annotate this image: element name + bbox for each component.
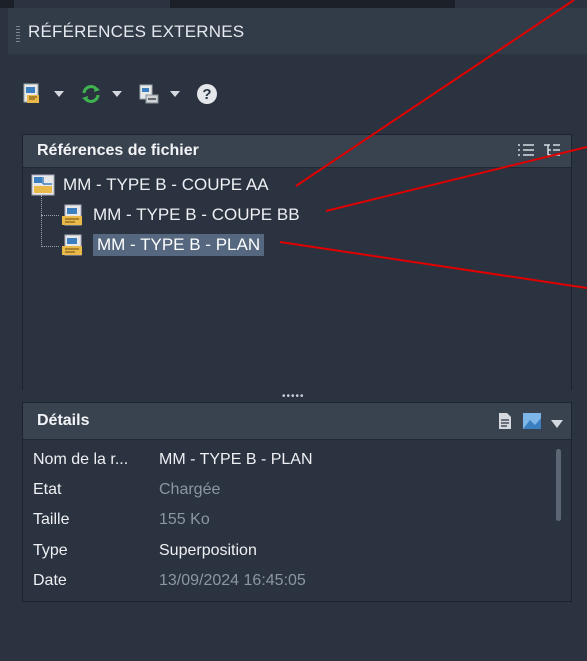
annotation-line: [295, 0, 575, 187]
annotation-lines: [279, 0, 587, 289]
annotation-line: [325, 146, 587, 212]
annotation-line: [279, 241, 587, 289]
